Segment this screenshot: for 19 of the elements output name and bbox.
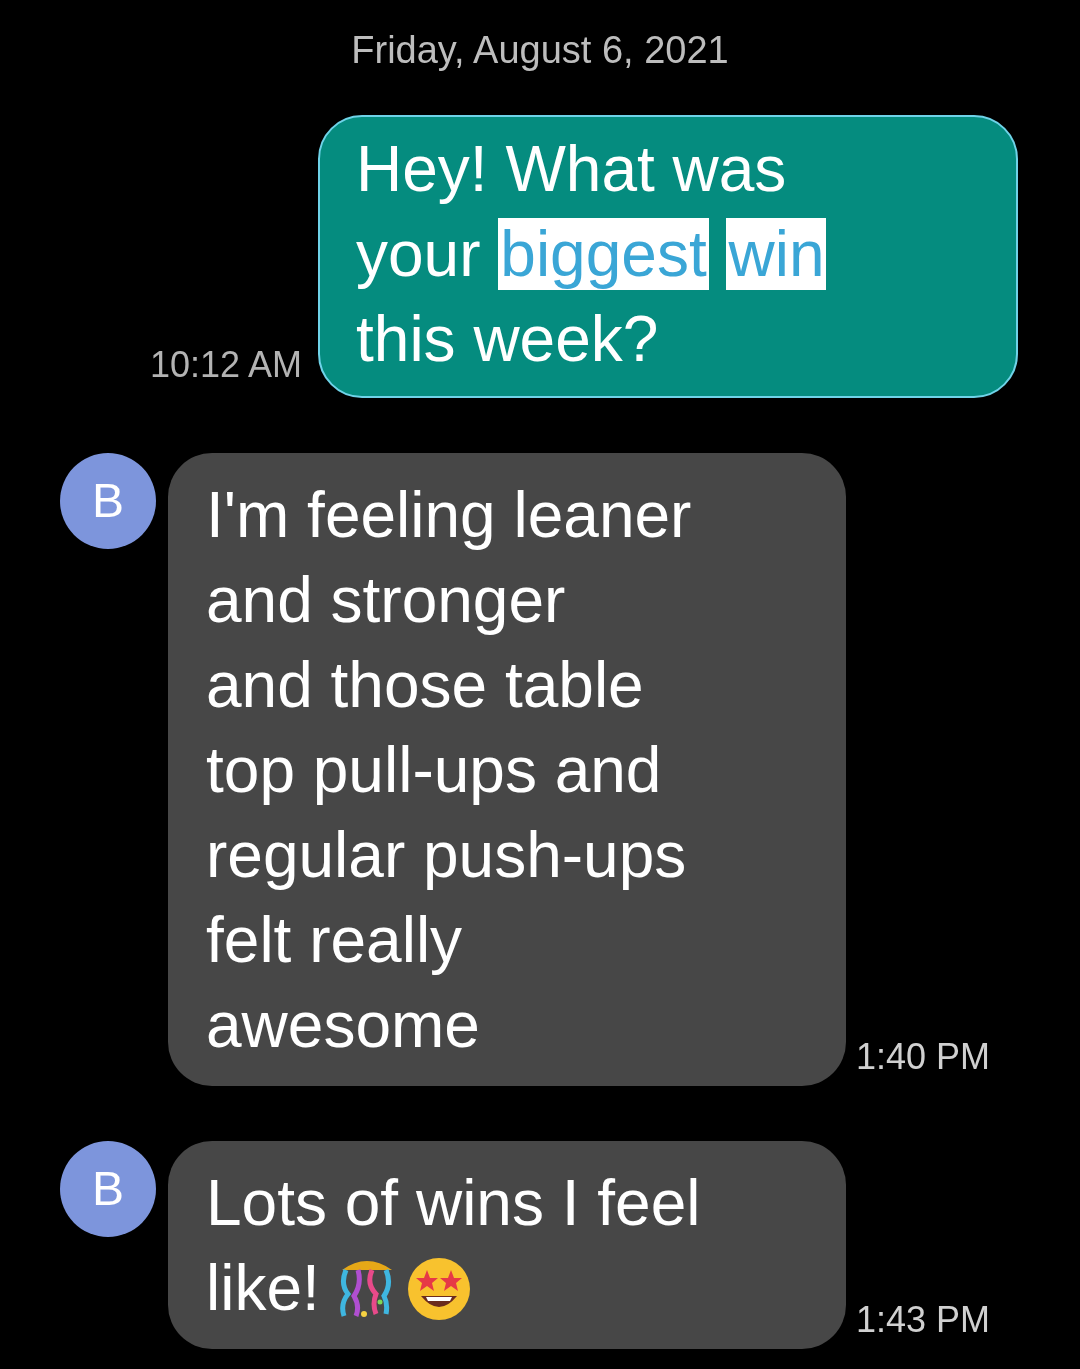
avatar[interactable]: B [60,453,156,549]
message-line: Hey! What was [356,132,787,207]
message-time: 1:40 PM [856,1035,991,1079]
message-line: your biggest win [356,217,827,292]
message-line: Lots of wins I feel [206,1166,701,1241]
message-line: and those table [206,648,644,723]
message-line: regular push-ups [206,818,687,893]
date-header: Friday, August 6, 2021 [351,28,729,73]
message-line: felt really [206,903,463,978]
message-line: awesome [206,988,480,1063]
message-line: top pull-ups and [206,733,662,808]
message-line: like! [206,1251,320,1326]
message-line: and stronger [206,563,566,638]
message-time: 1:43 PM [856,1298,991,1342]
message-line: I'm feeling leaner [206,478,692,553]
star-eyes-face-icon [405,1255,472,1322]
message-time: 10:12 AM [149,343,302,387]
message-line: this week? [356,302,659,377]
avatar[interactable]: B [60,1141,156,1237]
